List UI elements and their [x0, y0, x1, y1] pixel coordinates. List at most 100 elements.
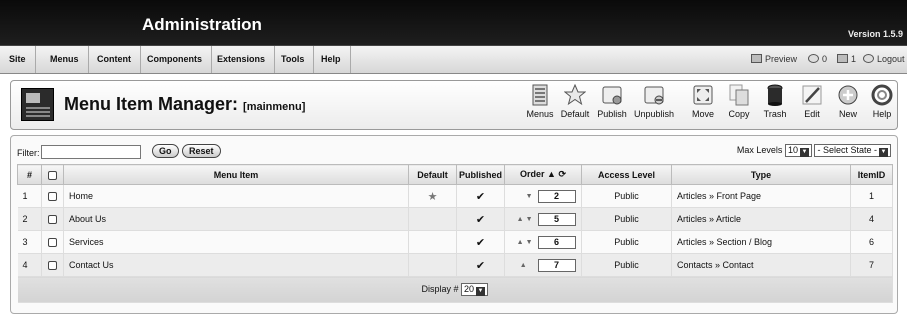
row-number: 1 [17, 184, 42, 208]
move-up-icon[interactable]: ▲ [517, 216, 524, 223]
version-label: Version 1.5.9 [847, 29, 903, 39]
item-id: 1 [850, 184, 893, 208]
toolbar-unpublish-label: Unpublish [633, 109, 675, 119]
col-type[interactable]: Type [671, 164, 851, 185]
menu-help[interactable]: Help [312, 46, 351, 73]
menu-site[interactable]: Site [0, 46, 36, 73]
row-checkbox[interactable] [48, 261, 57, 271]
row-select[interactable] [41, 207, 64, 231]
order-input[interactable]: 7 [537, 258, 576, 272]
chevron-down-icon: ▼ [476, 287, 486, 296]
menu-components[interactable]: Components [138, 46, 212, 73]
row-checkbox[interactable] [48, 238, 57, 248]
menu-item-name[interactable]: Home [63, 184, 409, 208]
messages-count[interactable]: 0 [808, 46, 827, 73]
move-down-icon[interactable]: ▼ [526, 216, 533, 223]
published-toggle[interactable]: ✔ [456, 207, 505, 231]
published-toggle[interactable]: ✔ [456, 253, 505, 277]
save-order-icon[interactable]: ⟳ [558, 169, 566, 179]
col-access-level[interactable]: Access Level [581, 164, 672, 185]
order-arrows[interactable]: ▲ ▼ [511, 239, 533, 246]
col-order[interactable]: Order ▲ ⟳ [504, 164, 582, 185]
max-levels-label: Max Levels [736, 144, 783, 155]
toolbar-unpublish-button[interactable]: Unpublish [633, 84, 675, 119]
logout-link[interactable]: Logout [863, 46, 905, 73]
toolbar-help-label: Help [872, 109, 892, 119]
publish-icon [602, 86, 622, 105]
published-toggle[interactable]: ✔ [456, 184, 505, 208]
move-down-icon[interactable]: ▼ [526, 193, 533, 200]
page-title-text: Menu Item Manager: [64, 94, 239, 114]
unpublish-icon [644, 86, 664, 105]
access-level[interactable]: Public [581, 253, 672, 277]
col-published[interactable]: Published [456, 164, 505, 185]
main-menu-bar: Site Menus Content Components Extensions… [0, 46, 907, 74]
order-input[interactable]: 6 [537, 235, 576, 249]
move-down-icon[interactable]: ▼ [526, 239, 533, 246]
row-select[interactable] [41, 184, 64, 208]
filter-bar: Filter: Go Reset [17, 144, 221, 159]
menu-item-name[interactable]: Services [63, 230, 409, 254]
menu-menus[interactable]: Menus [41, 46, 89, 73]
menu-tools[interactable]: Tools [272, 46, 315, 73]
move-up-icon[interactable]: ▲ [517, 239, 524, 246]
row-checkbox[interactable] [48, 192, 57, 202]
sort-asc-icon: ▲ [547, 169, 556, 179]
move-up-icon[interactable]: ▲ [520, 262, 527, 269]
state-select[interactable]: - Select State - ▼ [814, 144, 891, 157]
copy-icon [729, 84, 749, 106]
row-number: 2 [17, 207, 42, 231]
toolbar-default-button[interactable]: Default [560, 84, 590, 119]
toolbar-new-button[interactable]: New [833, 84, 863, 119]
filter-label: Filter: [17, 148, 40, 158]
col-checkall[interactable] [41, 164, 64, 185]
order-arrows[interactable]: ▲ ▼ [511, 216, 533, 223]
max-levels-select[interactable]: 10 ▼ [784, 144, 812, 157]
menu-item-name[interactable]: About Us [63, 207, 409, 231]
menu-extensions[interactable]: Extensions [208, 46, 276, 73]
col-menu-item[interactable]: Menu Item [63, 164, 409, 185]
logout-label: Logout [877, 54, 905, 64]
col-itemid[interactable]: ItemID [850, 164, 893, 185]
access-level[interactable]: Public [581, 230, 672, 254]
order-input[interactable]: 5 [537, 212, 576, 226]
access-level[interactable]: Public [581, 207, 672, 231]
access-level[interactable]: Public [581, 184, 672, 208]
pagination-footer: Display # 20 ▼ [17, 276, 893, 303]
messages-icon [808, 54, 819, 63]
order-cell: ▲ ▼ 5 [504, 207, 582, 231]
row-select[interactable] [41, 230, 64, 254]
order-arrows[interactable]: ▲ [511, 262, 533, 269]
col-default[interactable]: Default [408, 164, 457, 185]
display-limit-select[interactable]: 20 ▼ [461, 283, 489, 296]
select-all-checkbox[interactable] [48, 170, 57, 180]
toolbar-help-button[interactable]: Help [868, 84, 896, 119]
published-toggle[interactable]: ✔ [456, 230, 505, 254]
order-arrows[interactable]: ▼ [511, 193, 533, 200]
toolbar-copy-button[interactable]: Copy [724, 84, 754, 119]
row-checkbox[interactable] [48, 215, 57, 225]
default-star[interactable] [408, 230, 457, 254]
default-star[interactable] [408, 253, 457, 277]
toolbar-move-button[interactable]: Move [688, 84, 718, 119]
item-id: 6 [850, 230, 893, 254]
order-input[interactable]: 2 [537, 189, 576, 203]
menu-item-name[interactable]: Contact Us [63, 253, 409, 277]
edit-icon [802, 85, 822, 105]
go-button[interactable]: Go [152, 144, 179, 158]
toolbar-edit-button[interactable]: Edit [797, 84, 827, 119]
published-check-icon: ✔ [475, 259, 486, 272]
default-star[interactable] [408, 207, 457, 231]
users-count[interactable]: 1 [837, 46, 856, 73]
toolbar-trash-button[interactable]: Trash [760, 84, 790, 119]
row-select[interactable] [41, 253, 64, 277]
default-star[interactable]: ★ [408, 184, 457, 208]
reset-button[interactable]: Reset [182, 144, 221, 158]
menu-content[interactable]: Content [88, 46, 141, 73]
preview-label: Preview [765, 54, 798, 64]
filter-input[interactable] [41, 145, 141, 159]
toolbar-menus-button[interactable]: Menus [525, 84, 555, 119]
toolbar-publish-button[interactable]: Publish [597, 84, 627, 119]
preview-link[interactable]: Preview [751, 46, 797, 73]
row-number: 3 [17, 230, 42, 254]
